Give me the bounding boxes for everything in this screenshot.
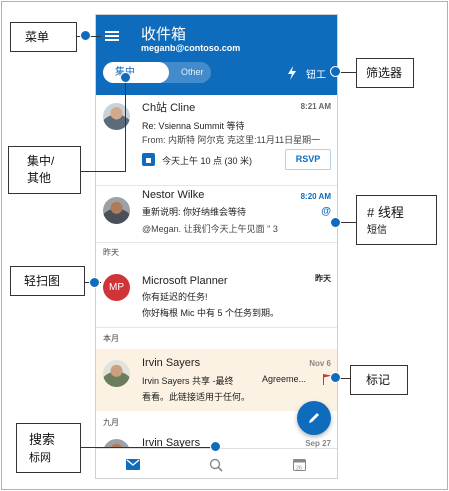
callout-focused-other: 集中/ 其他 [8,146,81,194]
divider [96,242,337,243]
leader-line [125,78,126,172]
rsvp-button[interactable]: RSVP [285,149,331,170]
callout-dot [330,372,341,383]
callout-threads: # 线程 短信 [356,195,437,245]
app-header: 收件箱 meganb@contoso.com 集中 Other 钮工 [96,15,337,95]
calendar-icon [142,153,155,166]
callout-text: 搜索 [29,432,56,447]
message-subject: 你有延迟的任务! [142,292,208,302]
mention-icon: @ [321,206,331,217]
callout-text: # 线程 [367,205,404,220]
message-preview: From: 内斯特 阿尔克 克这里:11月11日星期一 [142,135,321,145]
mail-icon[interactable] [126,459,140,470]
section-header-yesterday: 昨天 [96,245,337,261]
callout-filter: 筛选器 [356,58,414,88]
message-item[interactable]: Ch站 Cline 8:21 AM Re: Vsienna Summit 等待 … [96,95,337,185]
sender-name: Nestor Wilke [142,189,205,201]
calendar-tab-icon[interactable]: 26 [293,458,306,471]
sender-name: Irvin Sayers [142,357,201,369]
section-header-this-month: 本月 [96,331,337,347]
lightning-icon[interactable] [287,66,297,80]
callout-flag: 标记 [350,365,408,395]
message-item-flagged[interactable]: Irvin Sayers Nov 6 Irvin Sayers 共享 -最终 看… [96,349,337,411]
message-time: Sep 27 [305,439,331,448]
callout-text: 短信 [367,225,387,236]
callout-dot [330,217,341,228]
message-time: 8:20 AM [300,192,331,201]
callout-text: 集中/ [27,154,55,168]
tab-focused[interactable]: 集中 [103,62,169,83]
avatar: MP [103,274,130,301]
tab-other[interactable]: Other [181,62,204,83]
compose-button[interactable] [297,401,331,435]
message-time: 昨天 [315,274,331,283]
attachment-name[interactable]: Agreeme... [262,374,306,384]
callout-dot [330,66,341,77]
sender-name: Microsoft Planner [142,275,228,287]
compose-icon [309,413,319,423]
avatar [103,360,130,387]
sender-name: Ch站 Cline [142,102,196,114]
avatar [103,197,130,224]
callout-dot [80,30,91,41]
message-preview: 看看。此链接适用于任何。 [142,392,251,402]
divider [96,327,337,328]
callout-menu: 菜单 [10,22,77,52]
event-time: 今天上午 10 点 (30 米) [162,156,253,166]
message-subject: Irvin Sayers 共享 -最终 [142,376,234,386]
callout-dot [210,441,221,452]
search-icon[interactable] [209,458,223,472]
message-time: Nov 6 [309,359,331,368]
callout-dot [89,277,100,288]
focused-other-toggle: 集中 Other [103,62,211,83]
message-time: 8:21 AM [300,102,331,111]
message-preview: @Megan. 让我们今天上午见面 " 3 [142,224,278,234]
inbox-title: 收件箱 [141,26,187,43]
leader-line [81,447,214,448]
svg-text:26: 26 [296,466,302,472]
callout-dot [120,72,131,83]
message-item[interactable]: MP Microsoft Planner 昨天 你有延迟的任务! 你好梅根 Mi… [96,265,337,325]
callout-text: 标网 [29,452,51,464]
callout-text: 其他 [27,171,52,185]
bottom-nav: 26 [96,448,337,478]
leader-line [81,171,125,172]
filter-button[interactable]: 钮工 [306,66,326,81]
callout-quick-scan: 轻扫图 [10,266,85,296]
message-subject: Re: Vsienna Summit 等待 [142,121,245,131]
callout-search: 搜索 标网 [16,423,81,473]
account-email: meganb@contoso.com [141,43,241,53]
phone-screen: 收件箱 meganb@contoso.com 集中 Other 钮工 Ch站 C… [95,14,338,479]
message-subject: 重新说明: 你好纳维会等待 [142,207,247,217]
message-item[interactable]: Nestor Wilke 8:20 AM 重新说明: 你好纳维会等待 @Mega… [96,186,337,242]
menu-icon[interactable] [105,31,119,42]
message-preview: 你好梅根 Mic 中有 5 个任务到期。 [142,308,280,318]
